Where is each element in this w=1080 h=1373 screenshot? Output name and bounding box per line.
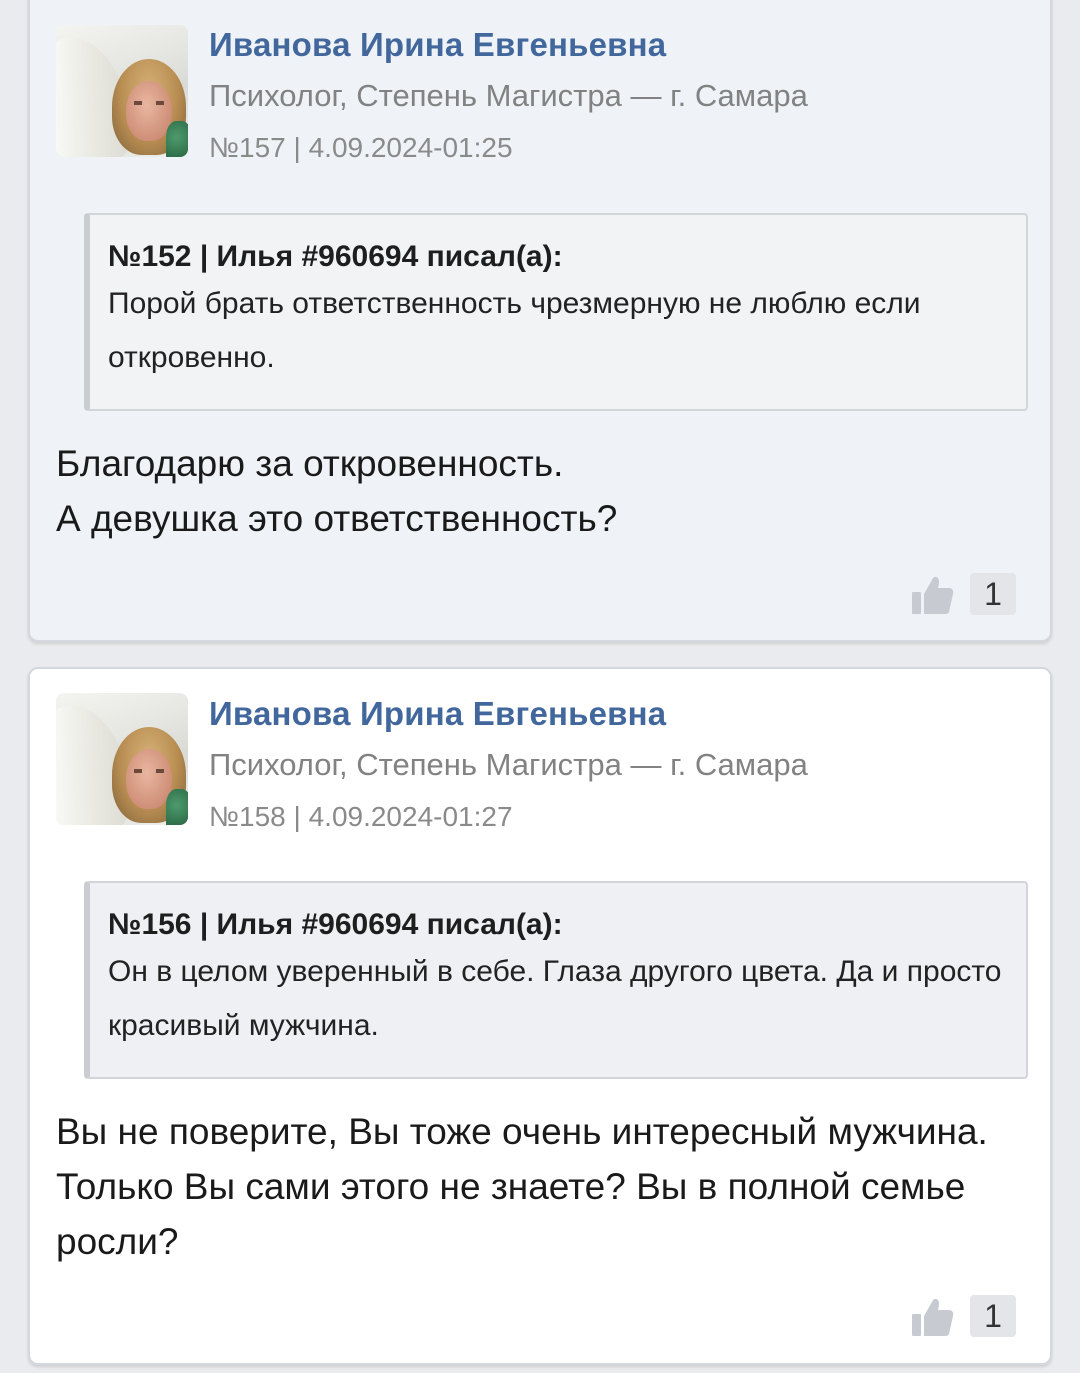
author-role: Психолог, Степень Магистра — г. Самара (209, 747, 808, 782)
comment-feed: Иванова Ирина Евгеньевна Психолог, Степе… (0, 0, 1080, 1373)
quote-header: №152 | Илья #960694 писал(а): (108, 240, 563, 273)
comment-meta: №158 | 4.09.2024-01:27 (209, 801, 513, 832)
comment-text: Вы не поверите, Вы тоже очень интересный… (56, 1111, 988, 1262)
avatar[interactable] (56, 25, 188, 157)
quote-text: Порой брать ответственность чрезмерную н… (108, 287, 921, 374)
comment-card: Иванова Ирина Евгеньевна Психолог, Степе… (28, 0, 1052, 642)
like-count: 1 (970, 573, 1016, 615)
like-button[interactable]: 1 (910, 1295, 1016, 1337)
author-name[interactable]: Иванова Ирина Евгеньевна (209, 26, 666, 64)
quoted-message: №156 | Илья #960694 писал(а): Он в целом… (84, 881, 1028, 1079)
like-button[interactable]: 1 (910, 573, 1016, 615)
thumbs-up-icon (912, 1298, 954, 1336)
comment-text: Благодарю за откровенность. А девушка эт… (56, 436, 1036, 546)
comment-text-line: Благодарю за откровенность. (56, 443, 564, 484)
quoted-message: №152 | Илья #960694 писал(а): Порой брат… (84, 213, 1028, 411)
thumbs-up-icon (912, 576, 954, 614)
quote-text: Он в целом уверенный в себе. Глаза друго… (108, 955, 1002, 1042)
author-role: Психолог, Степень Магистра — г. Самара (209, 78, 808, 113)
like-count: 1 (970, 1295, 1016, 1337)
comment-text-line: А девушка это ответственность? (56, 498, 618, 539)
quote-header: №156 | Илья #960694 писал(а): (108, 908, 563, 941)
comment-card: Иванова Ирина Евгеньевна Психолог, Степе… (28, 667, 1052, 1365)
author-name[interactable]: Иванова Ирина Евгеньевна (209, 695, 666, 733)
avatar[interactable] (56, 693, 188, 825)
comment-meta: №157 | 4.09.2024-01:25 (209, 132, 513, 163)
